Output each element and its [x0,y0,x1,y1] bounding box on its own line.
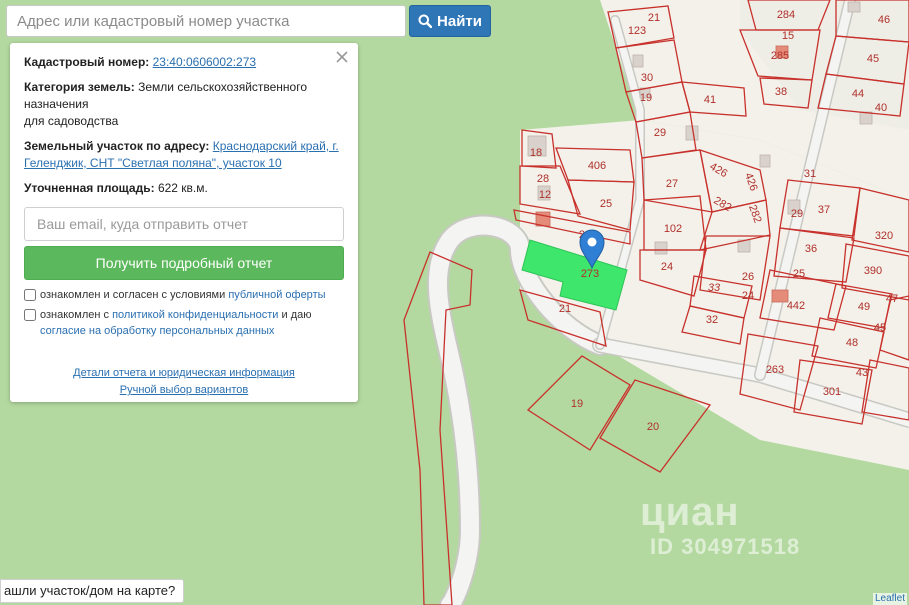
plot-label: 24 [661,261,673,273]
plot-label: 19 [640,92,652,104]
privacy-consent-and: и даю [281,309,312,321]
plot-label: 28 [537,173,549,185]
plot-label: 15 [782,30,794,42]
plot-label: 36 [805,243,817,255]
plot-label: 285 [771,50,789,62]
address-label: Земельный участок по адресу: [24,139,210,153]
category-label: Категория земель: [24,80,135,94]
search-button[interactable]: Найти [409,5,491,37]
address-row: Земельный участок по адресу: Краснодарск… [24,138,344,172]
plot-label: 43 [856,367,868,379]
offer-link[interactable]: публичной оферты [228,289,325,301]
plot-label: 20 [647,421,659,433]
plot-label: 26 [742,271,754,283]
building [759,154,771,168]
privacy-consent-text: ознакомлен с [40,309,110,321]
plot-label: 45 [874,322,886,334]
plot-label: 21 [648,12,660,24]
plot-label: 29 [791,208,803,220]
manual-selection-link[interactable]: Ручной выбор вариантов [24,382,344,399]
plot-label: 320 [875,230,893,242]
close-icon[interactable] [334,49,350,65]
offer-consent-row: ознакомлен и согласен с условиями публич… [24,287,344,303]
cadastral-label: Кадастровый номер: [24,55,150,69]
offer-consent-text: ознакомлен и согласен с условиями [40,289,226,301]
plot-label: 25 [600,198,612,210]
category-use: для садоводства [24,114,119,128]
plot-label: 273 [581,268,599,280]
plot-label: 47 [886,293,898,305]
plot-label: 44 [852,88,864,100]
plot-label: 40 [875,102,887,114]
plot-label: 18 [530,147,542,159]
plot-label: 284 [777,9,795,21]
personal-data-consent-link[interactable]: согласие на обработку персональных данны… [40,325,274,337]
feedback-prompt[interactable]: ашли участок/дом на карте? [0,579,185,603]
search-icon [418,14,433,28]
building [632,54,644,68]
report-details-link[interactable]: Детали отчета и юридическая информация [24,365,344,382]
plot-label: 32 [706,314,718,326]
plot-label: 442 [787,300,805,312]
plot-label: 24 [742,290,754,302]
email-field[interactable] [24,207,344,241]
cadastral-number-row: Кадастровый номер: 23:40:0606002:273 [24,54,344,71]
plot-label: 102 [664,223,682,235]
offer-consent-checkbox[interactable] [24,289,36,301]
map-attribution-link[interactable]: Leaflet [872,593,907,605]
privacy-consent-row: ознакомлен с политикой конфиденциальност… [24,307,344,339]
building [859,111,873,125]
building [847,1,861,13]
area-value: 622 кв.м. [157,181,208,195]
plot-label: 19 [571,398,583,410]
building [654,241,668,255]
plot-label: 38 [775,86,787,98]
area-label: Уточненная площадь: [24,181,155,195]
plot-label: 25 [793,268,805,280]
area-row: Уточненная площадь: 622 кв.м. [24,180,344,197]
plot-label: 30 [641,72,653,84]
privacy-policy-link[interactable]: политикой конфиденциальности [112,309,278,321]
plot-info-panel: Кадастровый номер: 23:40:0606002:273 Кат… [10,43,358,402]
plot-label: 27 [666,178,678,190]
plot-label: 37 [818,204,830,216]
plot-label: 263 [766,364,784,376]
plot-label: 41 [704,94,716,106]
plot-label: 21 [559,303,571,315]
plot-label: 301 [823,386,841,398]
plot-label: 123 [628,25,646,37]
search-button-label: Найти [437,12,482,30]
plot-label: 31 [804,168,816,180]
land-category-row: Категория земель: Земли сельскохозяйстве… [24,79,344,130]
plot-label: 406 [588,160,606,172]
get-report-button[interactable]: Получить подробный отчет [24,246,344,280]
search-input[interactable] [6,5,406,37]
cadastral-number-link[interactable]: 23:40:0606002:273 [153,55,256,69]
privacy-consent-checkbox[interactable] [24,309,36,321]
plot-label: 33 [708,282,721,294]
building-red [771,289,789,303]
plot-label: 12 [539,189,551,201]
plot-label: 390 [864,265,882,277]
plot-label: 29 [654,127,666,139]
plot-label: 45 [867,53,879,65]
plot-label: 48 [846,337,858,349]
plot-label: 49 [858,301,870,313]
plot-label: 46 [878,14,890,26]
